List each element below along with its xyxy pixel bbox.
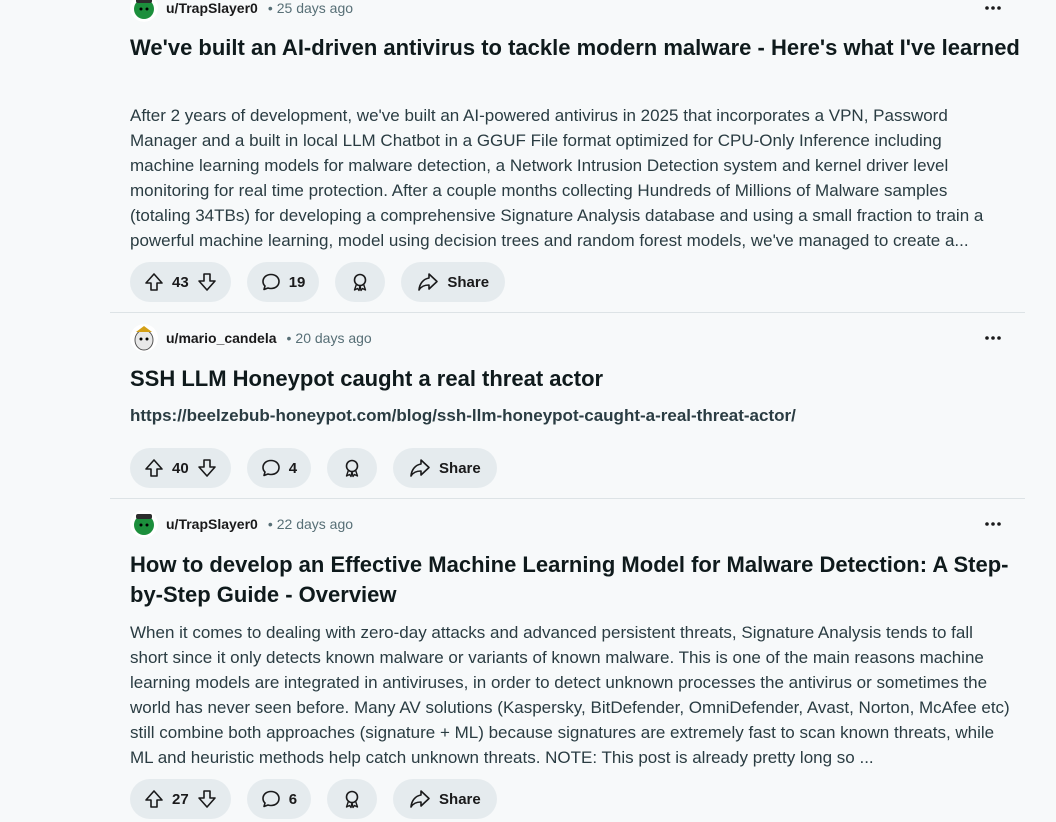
share-button[interactable]: Share: [393, 779, 497, 819]
share-label: Share: [447, 273, 490, 291]
post-age: 20 days ago: [295, 330, 372, 346]
user-avatar-icon[interactable]: [130, 0, 158, 22]
comment-icon: [261, 273, 280, 291]
award-icon: [345, 459, 359, 478]
share-icon: [418, 273, 439, 291]
downvote-icon[interactable]: [197, 789, 217, 809]
award-button[interactable]: [327, 448, 378, 488]
post-meta: u/TrapSlayer0 • 25 days ago: [130, 0, 354, 22]
share-button[interactable]: Share: [393, 448, 497, 488]
meta-dot: •: [267, 0, 273, 16]
more-options-icon[interactable]: [981, 326, 1005, 350]
award-icon: [345, 790, 359, 809]
comment-count: 19: [288, 273, 306, 291]
post-age: 25 days ago: [276, 0, 354, 16]
post-body[interactable]: When it comes to dealing with zero-day a…: [130, 620, 1010, 770]
author-link[interactable]: u/TrapSlayer0: [166, 0, 258, 16]
share-icon: [410, 459, 430, 477]
comment-icon: [261, 790, 280, 808]
user-avatar-icon[interactable]: [130, 324, 158, 352]
downvote-icon[interactable]: [197, 272, 217, 292]
comment-count: 4: [288, 459, 298, 477]
upvote-icon[interactable]: [144, 272, 164, 292]
upvote-icon[interactable]: [144, 789, 164, 809]
more-options-icon[interactable]: [981, 0, 1005, 20]
meta-dot: •: [286, 330, 292, 346]
comments-button[interactable]: 6: [246, 779, 312, 819]
post-title[interactable]: SSH LLM Honeypot caught a real threat ac…: [130, 364, 1020, 394]
post-body[interactable]: After 2 years of development, we've buil…: [130, 103, 1010, 253]
award-button[interactable]: [327, 779, 378, 819]
more-options-icon[interactable]: [981, 512, 1005, 536]
post-title[interactable]: We've built an AI-driven antivirus to ta…: [130, 33, 1020, 63]
user-avatar-icon[interactable]: [130, 510, 158, 538]
post-title[interactable]: How to develop an Effective Machine Lear…: [130, 550, 1020, 610]
share-label: Share: [439, 790, 481, 808]
vote-bar: 40: [130, 448, 231, 488]
post-age: 22 days ago: [276, 516, 354, 532]
post-link[interactable]: https://beelzebub-honeypot.com/blog/ssh-…: [130, 406, 796, 426]
vote-count: 43: [172, 273, 189, 291]
post-divider: [110, 498, 1025, 499]
award-icon: [354, 273, 367, 292]
comments-button[interactable]: 4: [246, 448, 312, 488]
share-icon: [410, 790, 430, 808]
post-actions: 27 6 Share: [130, 779, 497, 819]
post-meta: u/mario_candela • 20 days ago: [130, 324, 372, 352]
comment-count: 6: [288, 790, 298, 808]
vote-bar: 43: [130, 262, 231, 302]
post-divider: [110, 312, 1025, 313]
comment-icon: [261, 459, 280, 477]
award-button[interactable]: [335, 262, 386, 302]
post-meta: u/TrapSlayer0 • 22 days ago: [130, 510, 354, 538]
comments-button[interactable]: 19: [246, 262, 320, 302]
post-actions: 43 19 Share: [130, 262, 506, 302]
post-actions: 40 4 Share: [130, 448, 497, 488]
vote-bar: 27: [130, 779, 231, 819]
author-link[interactable]: u/mario_candela: [166, 330, 277, 346]
downvote-icon[interactable]: [197, 458, 217, 478]
share-label: Share: [439, 459, 481, 477]
share-button[interactable]: Share: [401, 262, 506, 302]
vote-count: 40: [172, 459, 189, 477]
author-link[interactable]: u/TrapSlayer0: [166, 516, 258, 532]
meta-dot: •: [267, 516, 273, 532]
vote-count: 27: [172, 790, 189, 808]
upvote-icon[interactable]: [144, 458, 164, 478]
